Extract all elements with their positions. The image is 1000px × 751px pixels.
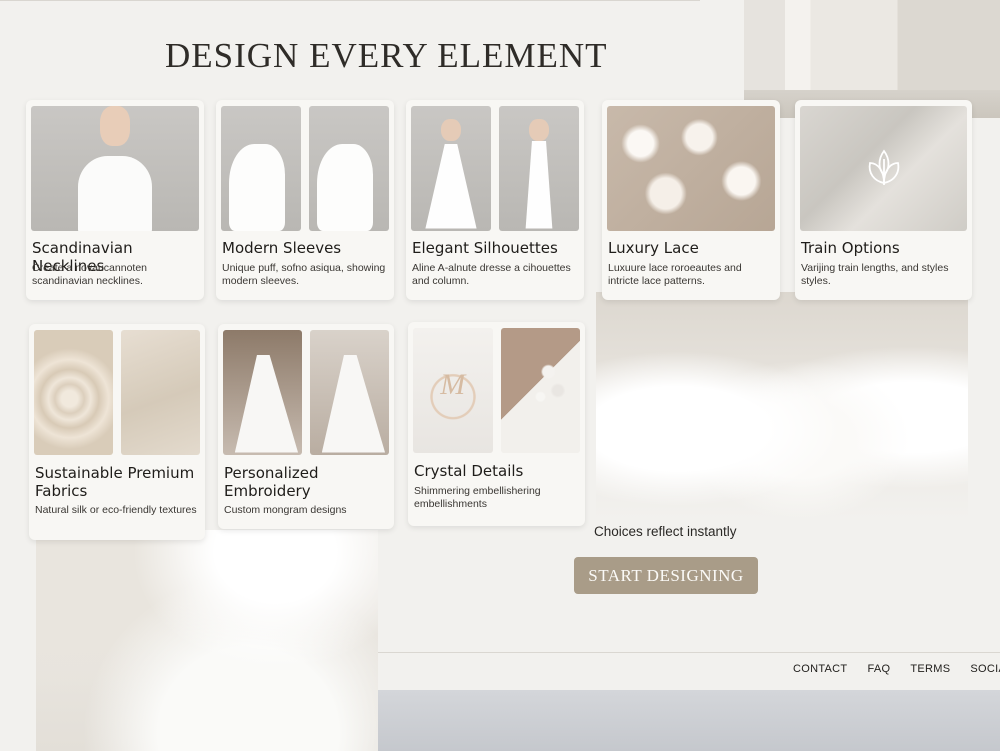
option-card-necklines[interactable]: Scandinavian Necklines Create a novaucan… (26, 100, 204, 300)
card-title: Personalized Embroidery (224, 464, 319, 500)
card-description: Shimmering embellishering embellishments (414, 485, 541, 510)
aline-gown-photo (411, 106, 491, 231)
card-description: Unique puff, sofno asiqua, showing moder… (222, 262, 386, 287)
footer-nav: CONTACT FAQ TERMS SOCIALS (793, 663, 1000, 675)
card-title: Modern Sleeves (222, 239, 342, 257)
gowns-backdrop-photo (596, 292, 968, 520)
start-designing-button[interactable]: START DESIGNING (574, 557, 758, 594)
footer-link-contact[interactable]: CONTACT (793, 663, 847, 675)
column-gown-photo (499, 106, 579, 231)
monogram-letter: M (440, 368, 466, 401)
card-title: Train Options (801, 239, 900, 257)
option-card-fabrics[interactable]: Sustainable Premium Fabrics Natural silk… (29, 324, 205, 540)
train-gown-photo (36, 530, 378, 751)
footer-link-socials[interactable]: SOCIALS (970, 663, 1000, 675)
fabric-drape-photo (121, 330, 200, 455)
puff-sleeve-photo (221, 106, 301, 231)
leaf-icon (868, 148, 899, 185)
footer-divider (378, 652, 1000, 653)
option-card-silhouettes[interactable]: Elegant Silhouettes Aline A-alnute dress… (406, 100, 584, 300)
card-description: Create a novaucannoten scandinavian neck… (32, 262, 148, 287)
card-description: Luxuure lace roroeautes and intricte lac… (608, 262, 742, 287)
card-title: Luxury Lace (608, 239, 699, 257)
top-divider (0, 0, 700, 1)
card-description: Custom mongram designs (224, 504, 347, 516)
card-title: Sustainable Premium Fabrics (35, 464, 195, 500)
option-card-train[interactable]: Train Options Varijing train lengths, an… (795, 100, 972, 300)
card-title: Elegant Silhouettes (412, 239, 558, 257)
option-card-sleeves[interactable]: Modern Sleeves Unique puff, sofno asiqua… (216, 100, 394, 300)
option-card-lace[interactable]: Luxury Lace Luxuure lace roroeautes and … (602, 100, 780, 300)
card-description: Aline A-alnute dresse a cihouettes and c… (412, 262, 571, 287)
footer-link-terms[interactable]: TERMS (910, 663, 950, 675)
status-text: Choices reflect instantly (594, 524, 737, 539)
footer-link-faq[interactable]: FAQ (867, 663, 890, 675)
lace-photo (607, 106, 775, 231)
option-card-embroidery[interactable]: Personalized Embroidery Custom mongram d… (218, 324, 394, 529)
silk-photo (800, 106, 967, 231)
long-sleeve-photo (309, 106, 389, 231)
train-photo-back (223, 330, 302, 455)
bottom-photo-strip (378, 690, 1000, 751)
option-card-crystals[interactable]: M Crystal Details Shimmering embellisher… (408, 322, 585, 526)
crystal-beading-photo (500, 328, 580, 453)
card-title: Crystal Details (414, 462, 524, 480)
neckline-photo (31, 106, 199, 231)
monogram-photo: M (413, 328, 493, 453)
card-description: Varijing train lengths, and styles style… (801, 262, 949, 287)
page-title: DESIGN EVERY ELEMENT (165, 36, 608, 75)
card-description: Natural silk or eco-friendly textures (35, 504, 197, 516)
train-photo-lace (310, 330, 389, 455)
silk-swirl-photo (34, 330, 113, 455)
